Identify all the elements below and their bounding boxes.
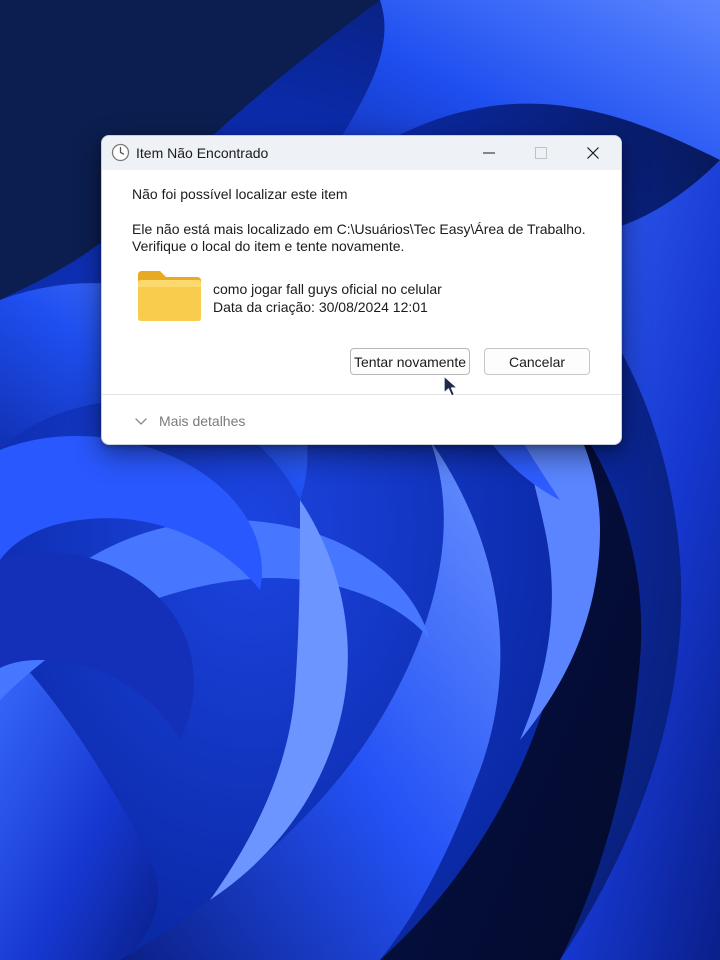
- item-creation-date: Data da criação: 30/08/2024 12:01: [213, 299, 428, 315]
- desktop: Item Não Encontrado Não foi possível loc…: [0, 0, 720, 960]
- cancel-button[interactable]: Cancelar: [484, 348, 590, 375]
- maximize-icon: [535, 147, 547, 159]
- maximize-button: [518, 136, 564, 170]
- minimize-icon: [483, 152, 495, 154]
- clock-icon: [111, 143, 130, 162]
- message-line-1: Ele não está mais localizado em C:\Usuár…: [132, 221, 586, 237]
- item-not-found-dialog: Item Não Encontrado Não foi possível loc…: [101, 135, 622, 445]
- dialog-heading: Não foi possível localizar este item: [132, 186, 348, 202]
- divider: [102, 394, 621, 395]
- dialog-title: Item Não Encontrado: [136, 145, 269, 161]
- folder-icon: [138, 271, 201, 321]
- dialog-message: Ele não está mais localizado em C:\Usuár…: [132, 221, 586, 255]
- close-icon: [587, 147, 599, 159]
- message-line-2: Verifique o local do item e tente novame…: [132, 238, 405, 254]
- more-details-label: Mais detalhes: [159, 413, 246, 429]
- minimize-button[interactable]: [466, 136, 512, 170]
- item-name: como jogar fall guys oficial no celular: [213, 281, 442, 297]
- chevron-down-icon: [135, 418, 147, 425]
- retry-button[interactable]: Tentar novamente: [350, 348, 470, 375]
- mouse-pointer-icon: [443, 375, 459, 397]
- close-button[interactable]: [570, 136, 616, 170]
- dialog-titlebar[interactable]: Item Não Encontrado: [102, 136, 621, 170]
- dialog-content: Não foi possível localizar este item Ele…: [102, 170, 621, 444]
